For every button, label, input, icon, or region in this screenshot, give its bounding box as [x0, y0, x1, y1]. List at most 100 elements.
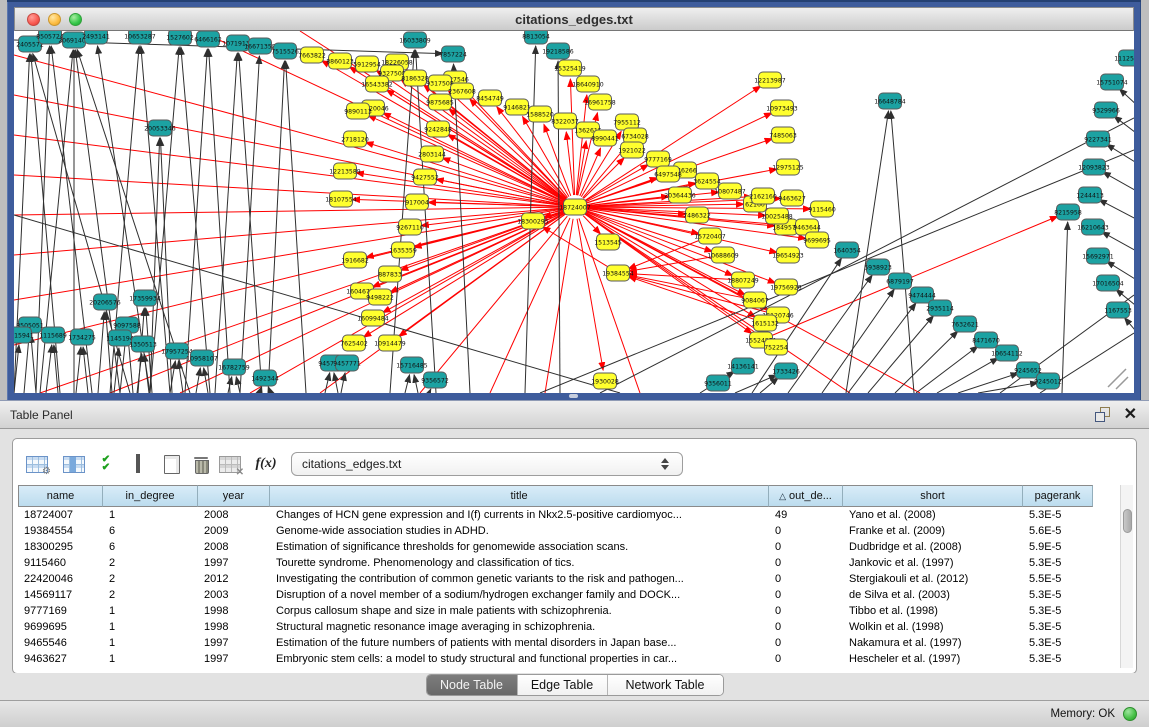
create-new-table-icon[interactable]: [158, 451, 186, 477]
table-cell[interactable]: 1: [103, 637, 198, 649]
graph-node[interactable]: 7632621: [951, 316, 979, 332]
graph-node[interactable]: 9227341: [1084, 131, 1112, 147]
graph-node[interactable]: 7515526: [271, 43, 299, 59]
graph-node[interactable]: 1930028: [591, 373, 619, 389]
table-cell[interactable]: 22420046: [18, 573, 103, 585]
table-cell[interactable]: 2012: [198, 573, 270, 585]
table-cell[interactable]: Stergiakouli et al. (2012): [843, 573, 1023, 585]
graph-edge[interactable]: [46, 345, 52, 393]
graph-node[interactable]: 8990441: [591, 130, 619, 146]
table-source-dropdown[interactable]: citations_edges.txt: [291, 452, 683, 476]
graph-node[interactable]: 18107554: [325, 191, 357, 207]
graph-node[interactable]: 1734275: [68, 329, 96, 345]
graph-node[interactable]: 2367608: [448, 83, 476, 99]
graph-node[interactable]: 9427552: [411, 169, 439, 185]
graph-node[interactable]: 16033809: [399, 32, 431, 48]
graph-edge[interactable]: [269, 387, 271, 393]
graph-node[interactable]: 3624554: [693, 173, 721, 189]
graph-node[interactable]: 1513545: [594, 234, 622, 250]
graph-node[interactable]: 8186328: [401, 70, 429, 86]
table-cell[interactable]: 0: [769, 653, 843, 665]
table-cell[interactable]: Estimation of significance thresholds fo…: [270, 541, 769, 553]
graph-node[interactable]: 14136141: [727, 358, 759, 374]
graph-node[interactable]: 9242848: [424, 121, 452, 137]
select-rows-check-icon[interactable]: ✔✔: [92, 451, 120, 477]
graph-node[interactable]: 9890113: [344, 103, 372, 119]
table-cell[interactable]: Tourette syndrome. Phenomenology and cla…: [270, 557, 769, 569]
graph-node[interactable]: 18300295: [517, 213, 549, 229]
graph-node[interactable]: 20053346: [144, 120, 176, 136]
graph-edge[interactable]: [891, 111, 914, 393]
graph-node[interactable]: 1615132: [751, 315, 779, 331]
table-cell[interactable]: Structural magnetic resonance image aver…: [270, 621, 769, 633]
graph-edge[interactable]: [916, 346, 978, 393]
graph-node[interactable]: 12213589: [329, 163, 361, 179]
table-cell[interactable]: 1997: [198, 637, 270, 649]
table-cell[interactable]: Franke et al. (2009): [843, 525, 1023, 537]
graph-node[interactable]: 16099484: [357, 310, 389, 326]
column-header-year[interactable]: year: [198, 485, 270, 507]
graph-edge[interactable]: [978, 383, 1038, 393]
graph-node[interactable]: 10653287: [124, 31, 156, 44]
table-row[interactable]: 946362711997Embryonic stem cells: a mode…: [18, 651, 1093, 667]
table-cell[interactable]: 0: [769, 525, 843, 537]
table-cell[interactable]: 5.3E-5: [1023, 621, 1093, 633]
table-row[interactable]: 1872400712008Changes of HCN gene express…: [18, 507, 1093, 523]
resize-grip-icon[interactable]: [1108, 369, 1126, 387]
graph-edge[interactable]: [14, 135, 563, 205]
graph-node[interactable]: 19654923: [772, 247, 804, 263]
graph-node[interactable]: 16961758: [584, 94, 616, 110]
graph-node[interactable]: 12975125: [772, 159, 804, 175]
graph-node[interactable]: 8215958: [1054, 204, 1082, 220]
table-settings-icon[interactable]: ⚙: [23, 451, 51, 477]
table-cell[interactable]: 0: [769, 637, 843, 649]
table-cell[interactable]: 0: [769, 621, 843, 633]
table-cell[interactable]: 2: [103, 557, 198, 569]
graph-edge[interactable]: [144, 354, 149, 393]
table-cell[interactable]: 0: [769, 541, 843, 553]
graph-node[interactable]: 9457771: [333, 355, 361, 371]
graph-edge[interactable]: [14, 209, 563, 300]
table-cell[interactable]: 5.3E-5: [1023, 589, 1093, 601]
graph-node[interactable]: 15720407: [694, 228, 726, 244]
table-cell[interactable]: 49: [769, 509, 843, 521]
destroy-table-icon[interactable]: ✕: [216, 451, 244, 477]
graph-edge[interactable]: [895, 331, 958, 393]
graph-node[interactable]: 1921022: [618, 142, 646, 158]
graph-edge[interactable]: [286, 61, 306, 393]
graph-edge[interactable]: [629, 275, 743, 298]
table-cell[interactable]: 5.3E-5: [1023, 557, 1093, 569]
table-row[interactable]: 946554611997Estimation of the future num…: [18, 635, 1093, 651]
table-cell[interactable]: 9777169: [18, 605, 103, 617]
graph-node[interactable]: 10654112: [991, 345, 1023, 361]
graph-node[interactable]: 8454749: [476, 90, 504, 106]
table-row[interactable]: 1456911722003Disruption of a novel membe…: [18, 587, 1093, 603]
delete-table-icon[interactable]: [187, 451, 215, 477]
graph-edge[interactable]: [414, 375, 418, 393]
graph-node[interactable]: 20364436: [664, 187, 696, 203]
graph-edge[interactable]: [325, 373, 330, 393]
table-cell[interactable]: 5.6E-5: [1023, 525, 1093, 537]
graph-node[interactable]: 3915941: [14, 327, 34, 343]
tab-network-table[interactable]: Network Table: [607, 675, 723, 695]
table-cell[interactable]: 5.3E-5: [1023, 653, 1093, 665]
graph-node[interactable]: 9267110: [396, 219, 424, 235]
graph-node[interactable]: 5938923: [864, 259, 892, 275]
graph-node[interactable]: 1167553: [1104, 302, 1132, 318]
graph-node[interactable]: 6466162: [194, 31, 222, 47]
column-header-pagerank[interactable]: pagerank: [1023, 485, 1093, 507]
graph-node[interactable]: 15716485: [396, 357, 428, 373]
table-cell[interactable]: Nakamura et al. (1997): [843, 637, 1023, 649]
graph-node[interactable]: 18640910: [572, 76, 604, 92]
graph-node[interactable]: 9463627: [778, 190, 806, 206]
table-cell[interactable]: 5.5E-5: [1023, 573, 1093, 585]
table-cell[interactable]: 14569117: [18, 589, 103, 601]
graph-node[interactable]: 1733426: [772, 363, 800, 379]
network-view[interactable]: 2405572850572420691406249314110653287152…: [14, 31, 1134, 393]
graph-node[interactable]: 10025488: [761, 208, 793, 224]
table-cell[interactable]: Corpus callosum shape and size in male p…: [270, 605, 769, 617]
table-cell[interactable]: 0: [769, 557, 843, 569]
graph-node[interactable]: 1244413: [1076, 187, 1104, 203]
float-panel-icon[interactable]: [1095, 407, 1110, 422]
graph-node[interactable]: 2935114: [926, 300, 954, 316]
